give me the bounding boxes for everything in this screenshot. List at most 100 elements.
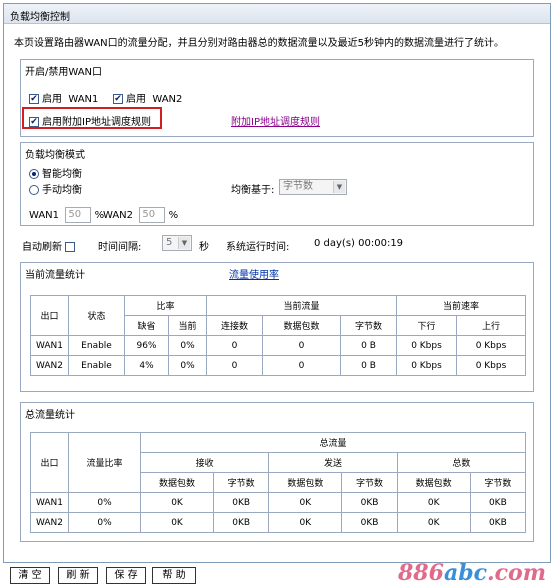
smart-mode-radio[interactable] <box>29 169 39 179</box>
mode-section: 负载均衡模式 智能均衡 手动均衡 均衡基于: 字节数 ▼ WAN1 50 % WA… <box>20 142 534 226</box>
header-current: 当前 <box>168 315 207 336</box>
manual-mode-radio-row[interactable]: 手动均衡 <box>29 181 82 196</box>
wan1-ratio-input[interactable]: 50 <box>65 207 92 223</box>
auto-refresh-label: 自动刷新 <box>22 242 62 253</box>
auto-refresh-checkbox[interactable] <box>65 242 76 252</box>
interval-select[interactable]: 5 ▼ <box>162 235 192 251</box>
manual-mode-label: 手动均衡 <box>42 185 82 196</box>
cell-port: WAN1 <box>30 335 69 356</box>
cell-default: 96% <box>124 335 169 356</box>
auto-refresh-row[interactable]: 自动刷新 <box>22 238 78 253</box>
wan1-ratio-label: WAN1 <box>29 210 60 221</box>
cell-sum-packets: 0K <box>396 512 471 533</box>
current-traffic-table: 出口 状态 比率 当前流量 当前速率 缺省 当前 连接数 数据包数 字节数 下行… <box>30 295 526 376</box>
cell-tx-packets: 0K <box>268 512 343 533</box>
clear-button[interactable]: 清 空 <box>10 567 50 584</box>
cell-status: Enable <box>68 335 125 356</box>
wan2-ratio-input[interactable]: 50 <box>139 207 166 223</box>
enable-label: 启用 <box>42 94 62 105</box>
total-traffic-table: 出口 流量比率 总流量 接收 发送 总数 数据包数 字节数 数据包数 字节数 数… <box>30 432 527 533</box>
cell-ratio: 0% <box>68 492 141 513</box>
traffic-usage-link[interactable]: 流量使用率 <box>229 266 279 281</box>
interval-value: 5 <box>166 237 173 248</box>
cell-rx-bytes: 0KB <box>213 492 270 513</box>
header-rx-packets: 数据包数 <box>139 472 215 493</box>
header-default: 缺省 <box>124 315 169 336</box>
cell-down: 0 Kbps <box>396 355 457 376</box>
save-button[interactable]: 保 存 <box>106 567 146 584</box>
cell-sum-bytes: 0KB <box>469 492 527 513</box>
enable-label: 启用 <box>126 94 146 105</box>
smart-mode-radio-row[interactable]: 智能均衡 <box>29 165 82 180</box>
cell-tx-bytes: 0KB <box>341 492 398 513</box>
page-description: 本页设置路由器WAN口的流量分配，并且分别对路由器总的数据流量以及最近5秒钟内的… <box>14 38 505 49</box>
wan2-checkbox-row[interactable]: ✔ 启用 WAN2 <box>113 90 182 105</box>
chevron-down-icon: ▼ <box>333 181 345 193</box>
cell-current: 0% <box>168 355 207 376</box>
watermark-tld: .com <box>486 560 546 586</box>
header-total: 总流量 <box>140 432 526 453</box>
watermark-number: 886 <box>398 560 444 586</box>
cell-status: Enable <box>68 355 125 376</box>
interval-label: 时间间隔: <box>98 242 142 253</box>
header-rate: 当前速率 <box>396 295 526 316</box>
header-packets: 数据包数 <box>262 315 341 336</box>
runtime-value: 0 day(s) 00:00:19 <box>314 238 404 249</box>
cell-current: 0% <box>168 335 207 356</box>
current-traffic-title: 当前流量统计 <box>25 270 85 281</box>
header-up: 上行 <box>456 315 526 336</box>
cell-connections: 0 <box>206 335 263 356</box>
header-port: 出口 <box>30 295 69 336</box>
wan2-ratio-row: WAN2 50 % <box>103 207 178 223</box>
smart-mode-label: 智能均衡 <box>42 169 82 180</box>
wan2-label: WAN2 <box>152 94 183 105</box>
wan1-label: WAN1 <box>68 94 99 105</box>
cell-rx-packets: 0K <box>139 512 215 533</box>
cell-up: 0 Kbps <box>456 355 526 376</box>
manual-mode-radio[interactable] <box>29 185 39 195</box>
header-sum-packets: 数据包数 <box>396 472 471 493</box>
basis-label: 均衡基于: <box>231 185 275 196</box>
header-down: 下行 <box>396 315 457 336</box>
wan1-checkbox[interactable]: ✔ <box>29 94 39 104</box>
cell-port: WAN2 <box>30 512 69 533</box>
cell-tx-bytes: 0KB <box>341 512 398 533</box>
mode-title: 负载均衡模式 <box>25 150 85 161</box>
header-status: 状态 <box>68 295 125 336</box>
cell-bytes: 0 B <box>340 335 397 356</box>
refresh-button[interactable]: 刷 新 <box>58 567 98 584</box>
header-sum: 总数 <box>396 452 527 473</box>
extra-rule-link[interactable]: 附加IP地址调度规则 <box>231 113 320 128</box>
table-row: WAN1 0% 0K 0KB 0K 0KB 0K 0KB <box>30 492 527 513</box>
header-current-traffic: 当前流量 <box>206 295 397 316</box>
cell-up: 0 Kbps <box>456 335 526 356</box>
site-watermark: 886abc.com <box>398 560 546 586</box>
header-tx-bytes: 字节数 <box>341 472 398 493</box>
percent-label: % <box>168 210 179 221</box>
header-port: 出口 <box>30 432 69 493</box>
wan2-ratio-label: WAN2 <box>103 210 134 221</box>
wan1-checkbox-row[interactable]: ✔ 启用 WAN1 <box>29 90 98 105</box>
help-button[interactable]: 帮 助 <box>152 567 196 584</box>
cell-port: WAN1 <box>30 492 69 513</box>
cell-rx-bytes: 0KB <box>213 512 270 533</box>
basis-select[interactable]: 字节数 ▼ <box>279 179 347 195</box>
load-balance-panel: 负载均衡控制 本页设置路由器WAN口的流量分配，并且分别对路由器总的数据流量以及… <box>3 3 551 563</box>
cell-down: 0 Kbps <box>396 335 457 356</box>
cell-bytes: 0 B <box>340 355 397 376</box>
panel-title: 负载均衡控制 <box>4 4 550 24</box>
chevron-down-icon: ▼ <box>178 237 190 249</box>
header-send: 发送 <box>268 452 398 473</box>
header-connections: 连接数 <box>206 315 263 336</box>
header-ratio: 流量比率 <box>68 432 141 493</box>
header-bytes: 字节数 <box>340 315 397 336</box>
header-ratio: 比率 <box>124 295 207 316</box>
cell-sum-packets: 0K <box>396 492 471 513</box>
cell-default: 4% <box>124 355 169 376</box>
wan-toggle-title: 开启/禁用WAN口 <box>25 67 103 78</box>
cell-port: WAN2 <box>30 355 69 376</box>
runtime-label: 系统运行时间: <box>226 242 290 253</box>
header-receive: 接收 <box>139 452 270 473</box>
cell-packets: 0 <box>262 335 341 356</box>
wan2-checkbox[interactable]: ✔ <box>113 94 123 104</box>
